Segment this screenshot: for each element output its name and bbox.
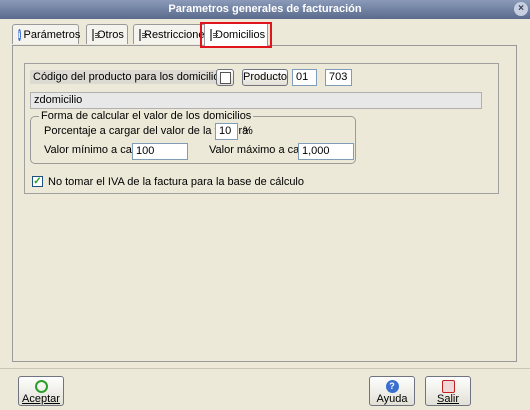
- exit-icon: [441, 380, 455, 393]
- product-lookup-icon: [219, 72, 231, 84]
- document-icon: [92, 28, 100, 41]
- tab-label: Otros: [97, 28, 124, 41]
- min-value-field[interactable]: 100: [132, 143, 188, 160]
- product-code-field[interactable]: 703: [325, 69, 352, 86]
- window-title: Parametros generales de facturación: [168, 3, 362, 15]
- ayuda-label: Ayuda: [376, 393, 408, 405]
- calc-group-title: Forma de calcular el valor de los domici…: [39, 110, 254, 122]
- percent-unit: %: [243, 125, 253, 137]
- product-code-label: Código del producto para los domicilios: [30, 70, 228, 84]
- help-icon: ?: [385, 380, 399, 393]
- tab-label: Parámetros: [23, 28, 81, 41]
- product-lookup-button[interactable]: [216, 69, 234, 86]
- ayuda-button[interactable]: ? Ayuda: [369, 376, 415, 406]
- salir-label: Salir: [436, 393, 459, 405]
- iva-checkbox[interactable]: ✓: [32, 176, 43, 187]
- active-tab-highlight: [200, 22, 272, 48]
- salir-button[interactable]: Salir: [425, 376, 471, 406]
- aceptar-button[interactable]: Aceptar: [18, 376, 64, 406]
- producto-button[interactable]: Producto: [242, 69, 288, 86]
- iva-checkbox-label: No tomar el IVA de la factura para la ba…: [48, 176, 304, 188]
- tab-otros[interactable]: Otros: [86, 24, 128, 44]
- footer-divider: [0, 368, 530, 369]
- window-titlebar: Parametros generales de facturación ×: [0, 0, 530, 19]
- tab-parametros[interactable]: i Parámetros: [12, 24, 81, 44]
- aceptar-label: Aceptar: [22, 393, 60, 405]
- tab-restricciones[interactable]: Restricciones: [133, 24, 210, 44]
- max-value-field[interactable]: 1,000: [298, 143, 354, 160]
- info-icon: i: [18, 28, 21, 41]
- percent-field[interactable]: 10: [215, 123, 238, 140]
- product-name-field: zdomicilio: [30, 92, 482, 109]
- product-group-field[interactable]: 01: [292, 69, 317, 86]
- document-icon: [139, 28, 147, 41]
- check-icon: [34, 380, 48, 393]
- close-window-icon[interactable]: ×: [514, 2, 528, 16]
